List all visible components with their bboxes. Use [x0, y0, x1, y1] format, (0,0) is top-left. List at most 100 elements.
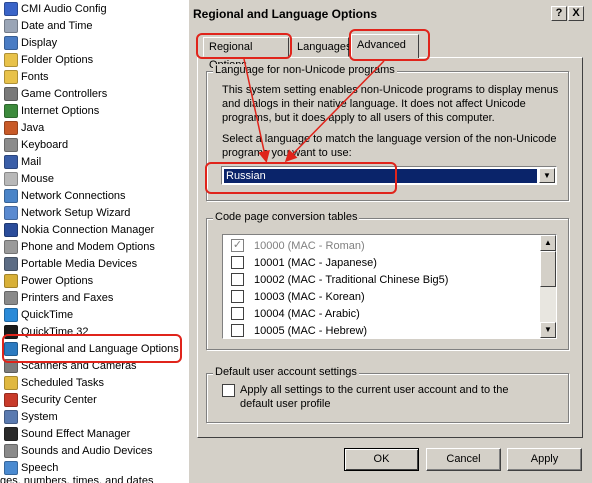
control-panel-item[interactable]: Internet Options — [0, 102, 188, 119]
scroll-down-arrow-icon[interactable]: ▼ — [540, 322, 556, 338]
power-icon — [4, 273, 18, 288]
control-panel-item[interactable]: Date and Time — [0, 17, 188, 34]
control-panel-item[interactable]: Scheduled Tasks — [0, 374, 188, 391]
codepage-row[interactable]: 10004 (MAC - Arabic) — [223, 305, 539, 322]
control-panel-item[interactable]: Nokia Connection Manager — [0, 221, 188, 238]
control-panel-item[interactable]: Network Connections — [0, 187, 188, 204]
codepage-checkbox[interactable] — [231, 307, 244, 320]
annotation-box-language-select — [205, 162, 397, 194]
control-panel-item-label: Security Center — [21, 393, 97, 406]
control-panel-item[interactable]: Mouse — [0, 170, 188, 187]
control-panel-item-label: Java — [21, 121, 45, 134]
globe-icon — [4, 103, 18, 118]
control-panel-item[interactable]: Power Options — [0, 272, 188, 289]
control-panel-item[interactable]: System — [0, 408, 188, 425]
control-panel-item[interactable]: Display — [0, 34, 188, 51]
nonunicode-prompt: Select a language to match the language … — [222, 133, 557, 159]
control-panel-item[interactable]: Keyboard — [0, 136, 188, 153]
codepage-checkbox[interactable] — [231, 273, 244, 286]
java-icon — [4, 120, 18, 135]
codepage-checkbox[interactable] — [231, 324, 244, 337]
control-panel-item[interactable]: Network Setup Wizard — [0, 204, 188, 221]
control-panel-item[interactable]: Phone and Modem Options — [0, 238, 188, 255]
codepage-checkbox[interactable] — [231, 290, 244, 303]
control-panel-item-label: Fonts — [21, 70, 49, 83]
scroll-thumb[interactable] — [540, 251, 556, 287]
speaker-icon — [4, 443, 18, 458]
annotation-box-advanced-tab — [349, 29, 430, 61]
control-panel-item-label: Portable Media Devices — [21, 257, 138, 270]
control-panel-item[interactable]: Printers and Faxes — [0, 289, 188, 306]
codepage-scrollbar[interactable]: ▲ ▼ — [540, 235, 556, 338]
control-panel-item-label: Printers and Faxes — [21, 291, 114, 304]
chevron-down-icon[interactable]: ▼ — [539, 168, 555, 183]
codepage-row[interactable]: 10002 (MAC - Traditional Chinese Big5) — [223, 271, 539, 288]
control-panel-item-label: Scheduled Tasks — [21, 376, 104, 389]
codepage-listbox[interactable]: ✓ 10000 (MAC - Roman) 10001 (MAC - Japanes… — [222, 234, 557, 339]
close-button[interactable]: X — [568, 6, 584, 21]
mouse-icon — [4, 171, 18, 186]
help-button[interactable]: ? — [551, 6, 567, 21]
clock-icon — [4, 18, 18, 33]
keyboard-icon — [4, 137, 18, 152]
media-device-icon — [4, 256, 18, 271]
codepage-checkbox[interactable]: ✓ — [231, 239, 244, 252]
control-panel-item[interactable]: Mail — [0, 153, 188, 170]
annotation-box-regional-item — [2, 334, 182, 363]
codepage-row[interactable]: 10003 (MAC - Korean) — [223, 288, 539, 305]
cancel-button[interactable]: Cancel — [426, 448, 501, 471]
control-panel-item-label: Internet Options — [21, 104, 100, 117]
control-panel-item[interactable]: Sound Effect Manager — [0, 425, 188, 442]
control-panel-list: CMI Audio Config Date and Time Display Fold… — [0, 0, 188, 483]
control-panel-item-label: Display — [21, 36, 58, 49]
control-panel-item[interactable]: Game Controllers — [0, 85, 188, 102]
control-panel-item[interactable]: QuickTime — [0, 306, 188, 323]
apply-default-label: Apply all settings to the current user a… — [240, 384, 509, 410]
status-text: ges, numbers, times, and dates — [0, 475, 154, 483]
codepage-group-title: Code page conversion tables — [213, 211, 360, 223]
control-panel-item[interactable]: Folder Options — [0, 51, 188, 68]
codepage-checkbox[interactable] — [231, 256, 244, 269]
control-panel-item[interactable]: CMI Audio Config — [0, 0, 188, 17]
nonunicode-group-title: Language for non-Unicode programs — [213, 64, 397, 76]
scroll-up-arrow-icon[interactable]: ▲ — [540, 235, 556, 251]
dialog-title: Regional and Language Options — [193, 7, 378, 21]
apply-default-checkbox[interactable] — [222, 384, 235, 397]
apply-button[interactable]: Apply — [507, 448, 582, 471]
control-panel-item-label: Sound Effect Manager — [21, 427, 131, 440]
control-panel-item-label: Folder Options — [21, 53, 94, 66]
control-panel-item-label: Game Controllers — [21, 87, 108, 100]
network-icon — [4, 188, 18, 203]
sound-effect-icon — [4, 426, 18, 441]
nokia-icon — [4, 222, 18, 237]
control-panel-item-label: Network Setup Wizard — [21, 206, 131, 219]
codepage-row-label: 10002 (MAC - Traditional Chinese Big5) — [254, 273, 449, 286]
annotation-box-regional-tab — [196, 33, 292, 59]
codepage-row[interactable]: 10001 (MAC - Japanese) — [223, 254, 539, 271]
control-panel-item[interactable]: Speech — [0, 459, 188, 476]
control-panel-item-label: Power Options — [21, 274, 94, 287]
codepage-row[interactable]: ✓ 10000 (MAC - Roman) — [223, 237, 539, 254]
ok-button[interactable]: OK — [344, 448, 419, 471]
tasks-folder-icon — [4, 375, 18, 390]
cmi-audio-icon — [4, 1, 18, 16]
tab-languages[interactable]: Languages — [291, 37, 351, 57]
codepage-row-label: 10001 (MAC - Japanese) — [254, 256, 377, 269]
control-panel-item-label: Date and Time — [21, 19, 93, 32]
codepage-row-label: 10004 (MAC - Arabic) — [254, 307, 360, 320]
mail-icon — [4, 154, 18, 169]
codepage-row[interactable]: 10005 (MAC - Hebrew) — [223, 322, 539, 338]
control-panel-item-label: Phone and Modem Options — [21, 240, 155, 253]
display-icon — [4, 35, 18, 50]
control-panel-item-label: Mouse — [21, 172, 55, 185]
control-panel-item[interactable]: Java — [0, 119, 188, 136]
speech-icon — [4, 460, 18, 475]
control-panel-item[interactable]: Sounds and Audio Devices — [0, 442, 188, 459]
control-panel-item[interactable]: Portable Media Devices — [0, 255, 188, 272]
control-panel-item[interactable]: Security Center — [0, 391, 188, 408]
default-settings-group-title: Default user account settings — [213, 366, 359, 378]
control-panel-item[interactable]: Fonts — [0, 68, 188, 85]
codepage-row-label: 10003 (MAC - Korean) — [254, 290, 365, 303]
dialog-titlebar[interactable]: Regional and Language Options ? X — [190, 4, 590, 24]
system-icon — [4, 409, 18, 424]
